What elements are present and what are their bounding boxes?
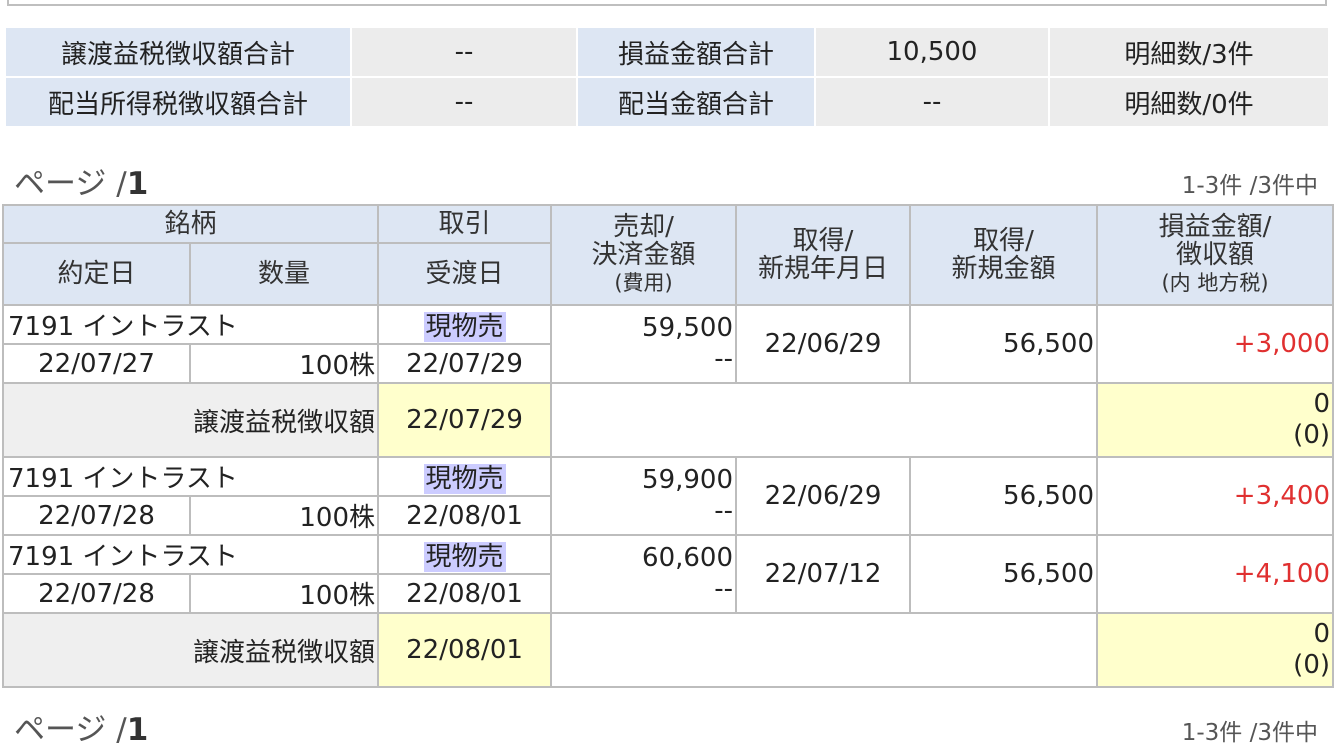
summary-label: 配当所得税徴収額合計 <box>6 78 350 126</box>
pager-top: ページ /1 <box>14 158 148 203</box>
ukewatashi-date: 22/08/01 <box>377 573 553 614</box>
header-acq-date: 取得/新規年月日 <box>735 204 912 306</box>
acq-amount: 56,500 <box>909 456 1099 536</box>
summary-label: 配当金額合計 <box>578 78 814 126</box>
pager-prefix: ページ / <box>14 712 127 748</box>
tax-amount-cell: 0 (0) <box>1096 382 1334 458</box>
tax-row: 譲渡益税徴収額 22/07/29 0 (0) <box>1 382 1334 458</box>
yakujo-date: 22/07/27 <box>2 343 191 384</box>
acq-date: 22/06/29 <box>735 456 912 536</box>
summary-count: 明細数/0件 <box>1050 78 1328 126</box>
profit-loss: +3,000 <box>1096 304 1334 384</box>
sale-amount-cell: 59,500 -- <box>550 304 738 384</box>
summary-label: 損益金額合計 <box>578 28 814 76</box>
tax-date: 22/08/01 <box>377 612 553 688</box>
trade-row: 7191 イントラスト 現物売 60,600 -- 22/07/12 56,500… <box>1 534 1334 614</box>
profit-loss: +3,400 <box>1096 456 1334 536</box>
header-suryo: 数量 <box>188 242 380 306</box>
sale-amount-cell: 59,900 -- <box>550 456 738 536</box>
tax-label: 譲渡益税徴収額 <box>1 612 380 688</box>
top-container-edge <box>7 0 1327 6</box>
header-ukewatashi: 受渡日 <box>377 242 553 306</box>
yakujo-date: 22/07/28 <box>2 573 191 614</box>
summary-label: 譲渡益税徴収額合計 <box>6 28 350 76</box>
acq-date: 22/07/12 <box>735 534 912 614</box>
summary-row-dividend: 配当所得税徴収額合計 -- 配当金額合計 -- 明細数/0件 <box>6 78 1328 126</box>
header-row-1: 銘柄 取引 売却/決済金額 (費用) 取得/新規年月日 取得/新規金額 損益金額/… <box>1 204 1334 306</box>
summary-value: 10,500 <box>816 28 1048 76</box>
ukewatashi-date: 22/07/29 <box>377 343 553 384</box>
summary-value: -- <box>352 28 576 76</box>
tax-row: 譲渡益税徴収額 22/08/01 0 (0) <box>1 612 1334 688</box>
acq-amount: 56,500 <box>909 534 1099 614</box>
trade-type-badge: 現物売 <box>423 464 506 494</box>
header-profit-loss: 損益金額/徴収額 (内 地方税) <box>1096 204 1334 306</box>
summary-table: 譲渡益税徴収額合計 -- 損益金額合計 10,500 明細数/3件 配当所得税徴… <box>4 26 1330 128</box>
quantity: 100株 <box>188 343 380 384</box>
tax-empty <box>550 612 1099 688</box>
summary-value: -- <box>816 78 1048 126</box>
trade-history-table: 銘柄 取引 売却/決済金額 (費用) 取得/新規年月日 取得/新規金額 損益金額/… <box>1 204 1334 688</box>
trade-type-badge: 現物売 <box>423 542 506 572</box>
pager-prefix: ページ / <box>14 166 127 202</box>
trade-name[interactable]: 7191 イントラスト <box>1 304 380 345</box>
tax-date: 22/07/29 <box>377 382 553 458</box>
pager-page-number[interactable]: 1 <box>127 166 149 202</box>
trade-name[interactable]: 7191 イントラスト <box>1 534 380 575</box>
tax-amount-cell: 0 (0) <box>1096 612 1334 688</box>
tax-empty <box>550 382 1099 458</box>
trade-row: 7191 イントラスト 現物売 59,500 -- 22/06/29 56,500… <box>1 304 1334 384</box>
header-acq-amount: 取得/新規金額 <box>909 204 1099 306</box>
trade-type-badge: 現物売 <box>423 312 506 342</box>
pager-page-number[interactable]: 1 <box>127 712 149 748</box>
trade-name[interactable]: 7191 イントラスト <box>1 456 380 497</box>
pager-count-bottom: 1-3件 /3件中 <box>1181 720 1318 746</box>
trade-row: 7191 イントラスト 現物売 59,900 -- 22/06/29 56,500… <box>1 456 1334 536</box>
profit-loss: +4,100 <box>1096 534 1334 614</box>
header-torihiki: 取引 <box>377 204 553 244</box>
quantity: 100株 <box>188 495 380 536</box>
yakujo-date: 22/07/28 <box>2 495 191 536</box>
pager-bottom: ページ /1 <box>14 704 148 749</box>
summary-row-capital-gains: 譲渡益税徴収額合計 -- 損益金額合計 10,500 明細数/3件 <box>6 28 1328 76</box>
quantity: 100株 <box>188 573 380 614</box>
acq-amount: 56,500 <box>909 304 1099 384</box>
pager-count-top: 1-3件 /3件中 <box>1181 173 1318 199</box>
acq-date: 22/06/29 <box>735 304 912 384</box>
header-yakujo: 約定日 <box>2 242 191 306</box>
header-sale-amount: 売却/決済金額 (費用) <box>550 204 738 306</box>
header-meigara: 銘柄 <box>1 204 380 244</box>
summary-count: 明細数/3件 <box>1050 28 1328 76</box>
tax-label: 譲渡益税徴収額 <box>1 382 380 458</box>
sale-amount-cell: 60,600 -- <box>550 534 738 614</box>
summary-value: -- <box>352 78 576 126</box>
ukewatashi-date: 22/08/01 <box>377 495 553 536</box>
